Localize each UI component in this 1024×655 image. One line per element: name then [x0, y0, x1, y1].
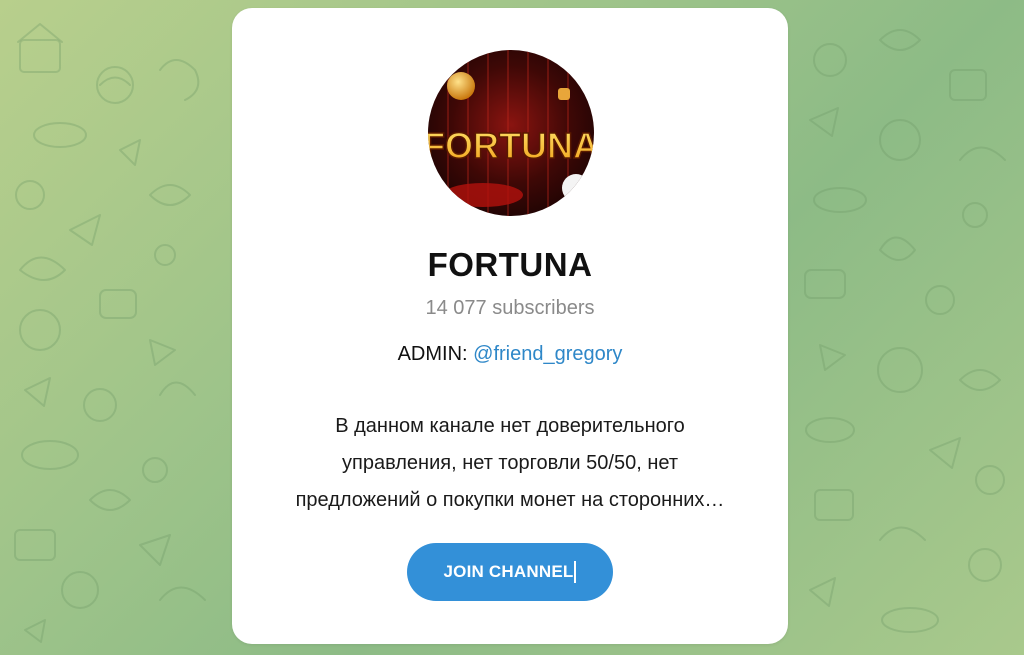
- channel-card: FORTUNA FORTUNA 14 077 subscribers ADMIN…: [232, 8, 788, 644]
- channel-description: В данном канале нет доверительного управ…: [262, 408, 758, 519]
- description-line: управления, нет торговли 50/50, нет: [342, 452, 678, 474]
- svg-text:FORTUNA: FORTUNA: [428, 125, 594, 166]
- admin-line: ADMIN: @friend_gregory: [232, 343, 788, 366]
- description-line: предложений о покупки монет на сторонних…: [295, 489, 725, 511]
- join-channel-label: JOIN CHANNEL: [443, 562, 574, 581]
- channel-avatar: FORTUNA: [428, 50, 594, 216]
- join-channel-button[interactable]: JOIN CHANNEL: [407, 543, 613, 601]
- text-cursor: [574, 561, 577, 583]
- subscriber-count: 14 077 subscribers: [425, 297, 595, 319]
- fortuna-logo-icon: FORTUNA: [428, 50, 594, 216]
- channel-title: FORTUNA: [427, 246, 593, 283]
- admin-label: ADMIN:: [397, 343, 468, 365]
- description-line: В данном канале нет доверительного: [335, 415, 685, 437]
- admin-handle-link[interactable]: @friend_gregory: [473, 343, 622, 365]
